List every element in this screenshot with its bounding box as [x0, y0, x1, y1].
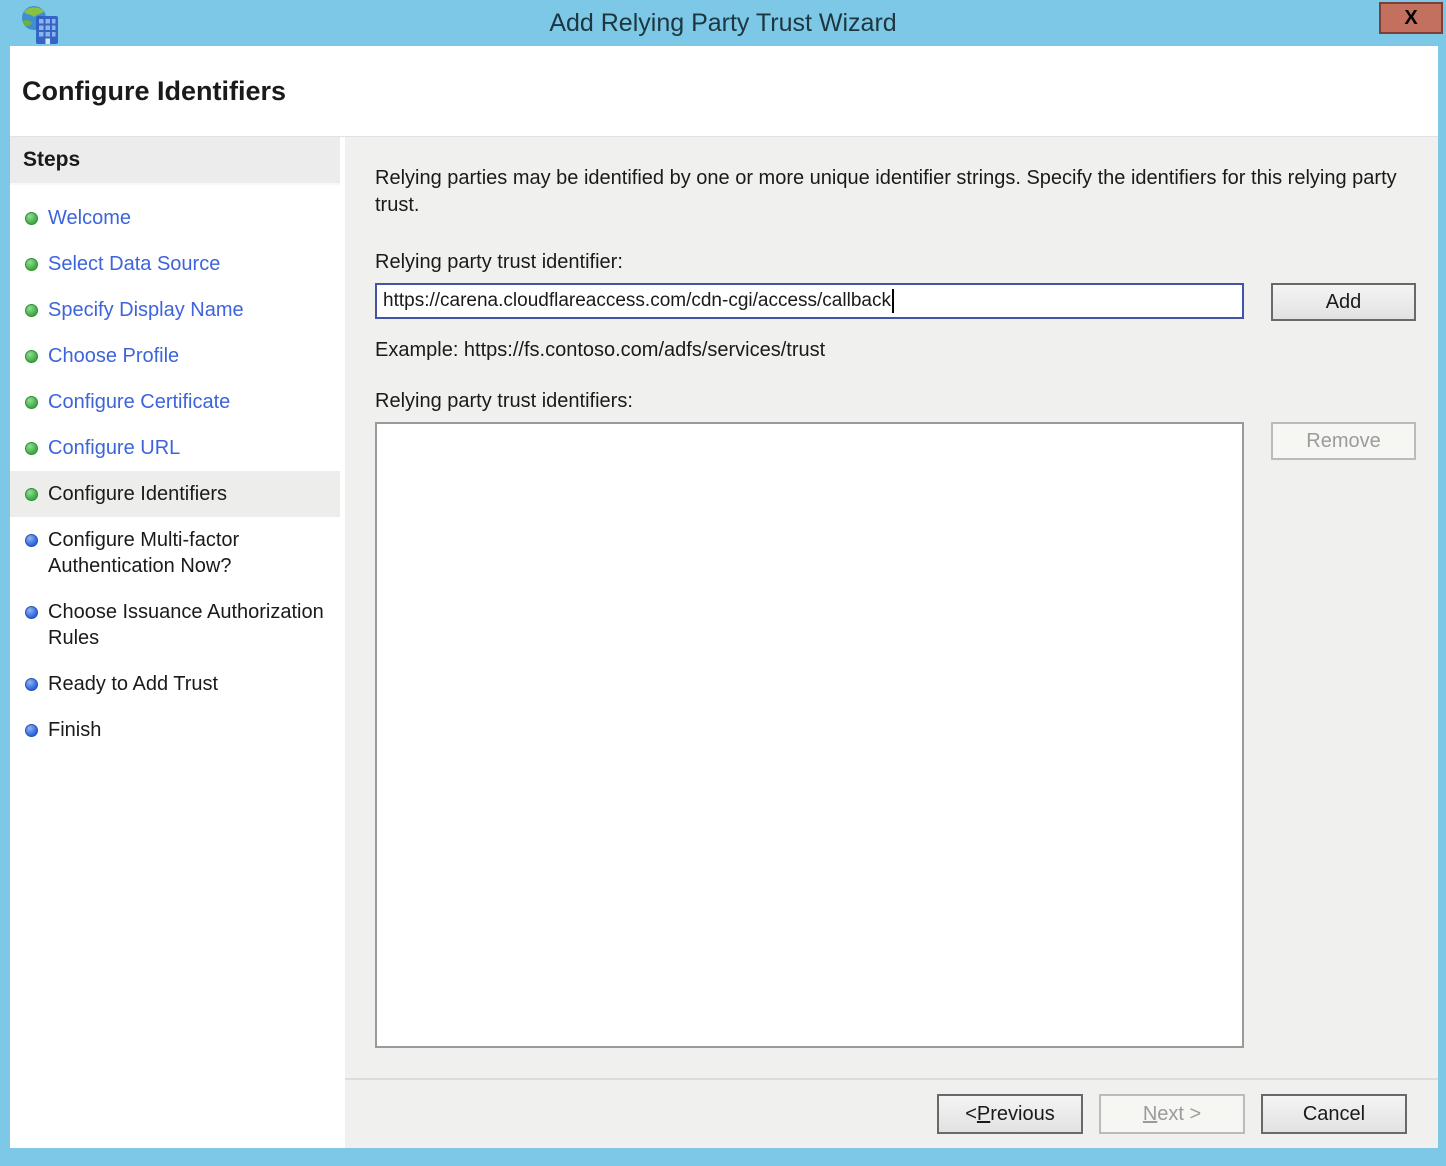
- window-title: Add Relying Party Trust Wizard: [549, 9, 896, 38]
- wizard-window: Configure Identifiers Steps Welcome Sele…: [10, 46, 1438, 1148]
- page-header: Configure Identifiers: [10, 46, 1438, 137]
- step-ready-to-add-trust: Ready to Add Trust: [10, 661, 340, 707]
- step-select-data-source[interactable]: Select Data Source: [10, 241, 340, 287]
- pending-step-icon: [25, 534, 38, 547]
- add-button[interactable]: Add: [1271, 283, 1416, 321]
- step-configure-identifiers[interactable]: Configure Identifiers: [10, 471, 340, 517]
- main-content: Relying parties may be identified by one…: [345, 137, 1438, 1078]
- step-finish: Finish: [10, 707, 340, 753]
- completed-step-icon: [25, 396, 38, 409]
- page-title: Configure Identifiers: [22, 76, 286, 107]
- completed-step-icon: [25, 304, 38, 317]
- titlebar: Add Relying Party Trust Wizard X: [0, 0, 1446, 46]
- adfs-wizard-icon: [20, 4, 60, 46]
- step-configure-multi-factor: Configure Multi-factor Authentication No…: [10, 517, 340, 589]
- completed-step-icon: [25, 212, 38, 225]
- completed-step-icon: [25, 442, 38, 455]
- step-configure-certificate[interactable]: Configure Certificate: [10, 379, 340, 425]
- identifiers-list-label: Relying party trust identifiers:: [375, 390, 1438, 413]
- cancel-button[interactable]: Cancel: [1261, 1094, 1407, 1134]
- step-specify-display-name[interactable]: Specify Display Name: [10, 287, 340, 333]
- completed-step-icon: [25, 350, 38, 363]
- steps-heading: Steps: [10, 137, 340, 185]
- identifier-label: Relying party trust identifier:: [375, 251, 1438, 274]
- footer-bar: < Previous Next > Cancel: [345, 1078, 1438, 1148]
- step-configure-url[interactable]: Configure URL: [10, 425, 340, 471]
- pending-step-icon: [25, 678, 38, 691]
- identifiers-listbox[interactable]: [375, 422, 1244, 1048]
- completed-step-icon: [25, 258, 38, 271]
- steps-list: Welcome Select Data Source Specify Displ…: [10, 185, 340, 753]
- step-choose-issuance-rules: Choose Issuance Authorization Rules: [10, 589, 340, 661]
- identifier-input-value: https://carena.cloudflareaccess.com/cdn-…: [383, 290, 891, 312]
- intro-text: Relying parties may be identified by one…: [375, 165, 1425, 219]
- example-text: Example: https://fs.contoso.com/adfs/ser…: [375, 339, 1438, 362]
- text-cursor: [892, 289, 894, 313]
- step-welcome[interactable]: Welcome: [10, 195, 340, 241]
- current-step-icon: [25, 488, 38, 501]
- close-button[interactable]: X: [1379, 2, 1443, 34]
- identifier-input[interactable]: https://carena.cloudflareaccess.com/cdn-…: [375, 283, 1244, 319]
- next-button[interactable]: Next >: [1099, 1094, 1245, 1134]
- remove-button[interactable]: Remove: [1271, 422, 1416, 460]
- step-choose-profile[interactable]: Choose Profile: [10, 333, 340, 379]
- steps-sidebar: Steps Welcome Select Data Source Specify…: [10, 137, 340, 1148]
- pending-step-icon: [25, 606, 38, 619]
- previous-button[interactable]: < Previous: [937, 1094, 1083, 1134]
- pending-step-icon: [25, 724, 38, 737]
